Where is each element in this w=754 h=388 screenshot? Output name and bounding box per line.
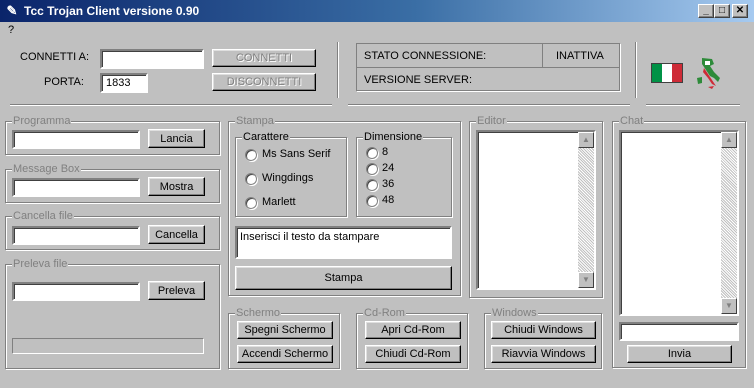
preleva-file-input[interactable] [12, 282, 140, 301]
separator [646, 104, 740, 106]
scroll-up-icon[interactable]: ▲ [578, 132, 594, 148]
size-option-label: 24 [382, 162, 395, 174]
size-radio[interactable] [366, 147, 378, 159]
chat-scrollbar[interactable]: ▲ ▼ [721, 132, 737, 314]
font-radio[interactable] [245, 149, 257, 161]
programma-input[interactable] [12, 130, 140, 149]
chat-input[interactable] [619, 322, 739, 341]
italy-map-icon[interactable] [694, 56, 724, 93]
port-input[interactable]: 1833 [100, 73, 148, 93]
message-box-legend: Message Box [12, 163, 81, 175]
chat-log[interactable]: ▲ ▼ [619, 130, 739, 316]
server-version-label: VERSIONE SERVER: [364, 74, 472, 86]
app-icon[interactable]: ✎ [4, 3, 20, 19]
carattere-legend: Carattere [242, 131, 290, 143]
font-option-label: Marlett [262, 196, 296, 208]
separator [635, 42, 637, 98]
cancella-button[interactable]: Cancella [148, 225, 205, 244]
editor-textarea[interactable]: ▲ ▼ [476, 130, 596, 290]
size-radio[interactable] [366, 179, 378, 191]
window-title: Tcc Trojan Client versione 0.90 [24, 4, 200, 18]
host-input[interactable] [100, 49, 204, 69]
chat-legend: Chat [619, 115, 645, 127]
print-text-input[interactable]: Inserisci il testo da stampare [235, 226, 452, 259]
maximize-button[interactable]: □ [714, 4, 730, 18]
connection-status-label: STATO CONNESSIONE: [364, 50, 487, 62]
message-box-input[interactable] [12, 178, 140, 197]
size-option-label: 8 [382, 146, 389, 158]
status-panel: STATO CONNESSIONE: INATTIVA VERSIONE SER… [356, 43, 620, 91]
size-option-label: 48 [382, 194, 395, 206]
scroll-down-icon[interactable]: ▼ [578, 272, 594, 288]
disconnect-button[interactable]: DISCONNETTI [212, 73, 316, 91]
editor-scrollbar[interactable]: ▲ ▼ [578, 132, 594, 288]
editor-legend: Editor [476, 115, 507, 127]
size-radio[interactable] [366, 195, 378, 207]
connection-status-value: INATTIVA [556, 50, 604, 62]
preleva-button[interactable]: Preleva [148, 281, 205, 300]
font-radio[interactable] [245, 173, 257, 185]
schermo-legend: Schermo [235, 307, 282, 319]
size-radio[interactable] [366, 163, 378, 175]
dimensione-legend: Dimensione [363, 131, 424, 143]
scroll-down-icon[interactable]: ▼ [721, 298, 737, 314]
chiudi-cdrom-button[interactable]: Chiudi Cd-Rom [365, 345, 461, 363]
port-label: PORTA: [44, 76, 84, 88]
invia-button[interactable]: Invia [627, 345, 732, 363]
scroll-up-icon[interactable]: ▲ [721, 132, 737, 148]
title-bar[interactable]: ✎ Tcc Trojan Client versione 0.90 _ □ ✕ [0, 0, 754, 22]
stampa-button[interactable]: Stampa [235, 266, 452, 290]
chiudi-windows-button[interactable]: Chiudi Windows [491, 321, 596, 339]
stampa-legend: Stampa [235, 115, 275, 127]
close-button[interactable]: ✕ [732, 4, 748, 18]
font-option-label: Wingdings [262, 172, 314, 184]
spegni-schermo-button[interactable]: Spegni Schermo [237, 321, 333, 339]
windows-legend: Windows [491, 307, 538, 319]
host-label: CONNETTI A: [20, 51, 90, 63]
riavvia-windows-button[interactable]: Riavvia Windows [491, 345, 596, 363]
preleva-file-legend: Preleva file [12, 258, 69, 270]
cancella-file-legend: Cancella file [12, 210, 74, 222]
menu-help[interactable]: ? [8, 24, 14, 36]
preleva-progress-bar [12, 338, 204, 354]
separator [337, 42, 339, 98]
lancia-button[interactable]: Lancia [148, 129, 205, 148]
separator [348, 104, 630, 106]
mostra-button[interactable]: Mostra [148, 177, 205, 196]
cancella-file-input[interactable] [12, 226, 140, 245]
cdrom-legend: Cd-Rom [363, 307, 406, 319]
font-radio[interactable] [245, 197, 257, 209]
programma-legend: Programma [12, 115, 72, 127]
apri-cdrom-button[interactable]: Apri Cd-Rom [365, 321, 461, 339]
connect-button[interactable]: CONNETTI [212, 49, 316, 67]
separator [10, 104, 332, 106]
minimize-button[interactable]: _ [698, 4, 714, 18]
size-option-label: 36 [382, 178, 395, 190]
italian-flag-icon[interactable] [651, 63, 683, 83]
font-option-label: Ms Sans Serif [262, 148, 331, 160]
accendi-schermo-button[interactable]: Accendi Schermo [237, 345, 333, 363]
